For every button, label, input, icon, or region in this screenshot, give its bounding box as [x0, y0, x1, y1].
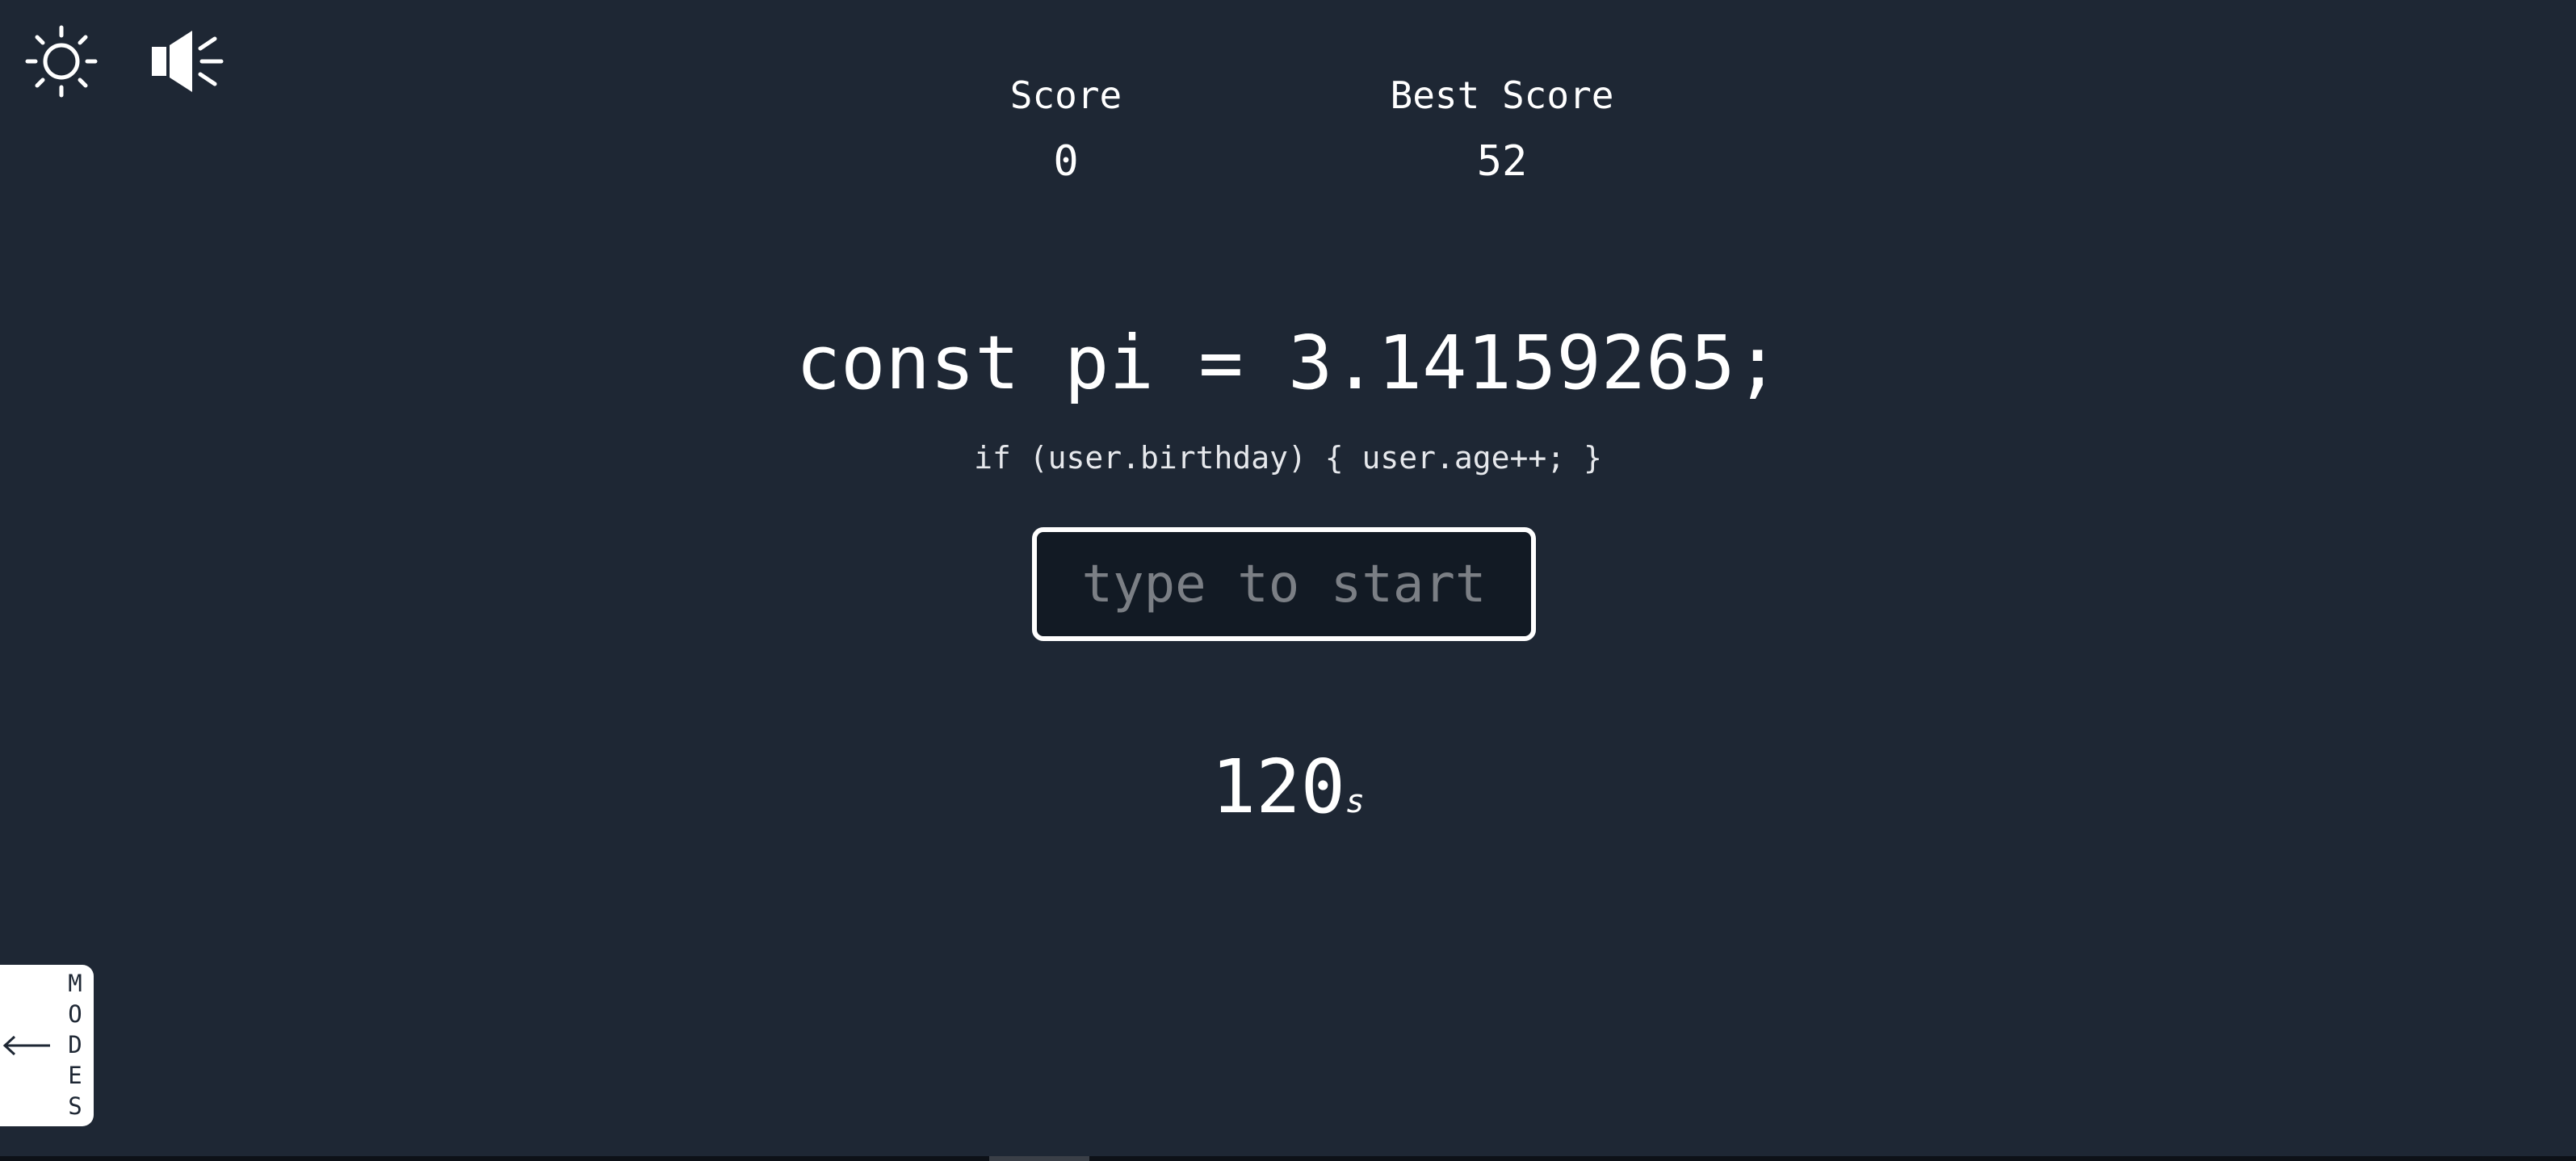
timer-unit: s: [1345, 783, 1366, 820]
typing-input-box: [1032, 527, 1536, 641]
modes-letter: O: [68, 1000, 82, 1028]
current-word: const pi = 3.14159265;: [795, 320, 1781, 406]
timer-value: 120: [1210, 744, 1346, 830]
best-score-value: 52: [1476, 137, 1528, 186]
best-score-label: Best Score: [1390, 73, 1614, 117]
arrow-left-icon: [2, 1035, 50, 1056]
score-label: Score: [1009, 73, 1122, 117]
scrollbar-thumb[interactable]: [989, 1156, 1089, 1161]
best-score: Best Score 52: [1365, 71, 1639, 194]
modes-letter: E: [68, 1062, 82, 1089]
typing-input[interactable]: [1037, 532, 1531, 636]
modes-letter: M: [68, 970, 82, 997]
score-value: 0: [1053, 137, 1079, 186]
modes-letter: S: [68, 1092, 82, 1120]
modes-letter: D: [68, 1031, 82, 1058]
current-score: Score 0: [985, 71, 1147, 194]
modes-tab-button[interactable]: M O D E S: [0, 965, 94, 1126]
horizontal-scrollbar[interactable]: [0, 1156, 2576, 1161]
modes-label: M O D E S: [63, 968, 87, 1121]
timer: 120s: [0, 739, 2576, 836]
score-panel: Score 0 Best Score 52: [0, 71, 2576, 200]
next-word: if (user.birthday) { user.age++; }: [974, 440, 1602, 476]
